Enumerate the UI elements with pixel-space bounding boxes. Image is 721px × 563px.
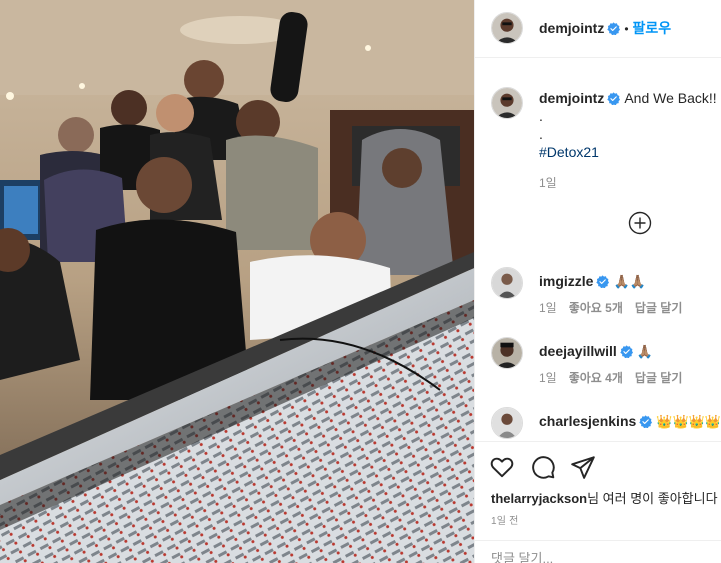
author-username[interactable]: demjointz — [539, 20, 604, 36]
caption-line: . — [539, 126, 543, 142]
verified-badge-icon — [620, 345, 633, 358]
commenter-username[interactable]: charlesjenkins — [539, 413, 636, 429]
commenter-username[interactable]: imgizzle — [539, 273, 593, 289]
post-header: demjointz • 팔로우 — [475, 0, 721, 58]
comment-input[interactable] — [491, 551, 711, 563]
author-avatar[interactable] — [491, 12, 523, 44]
caption-username[interactable]: demjointz — [539, 90, 604, 106]
comment-timestamp[interactable]: 1일 — [539, 301, 557, 315]
studio-group-photo — [0, 0, 474, 563]
verified-badge-icon — [596, 275, 610, 288]
comment-item: imgizzle 🙏🏽🙏🏽 1일 좋아요 5개 답글 달기 — [475, 267, 721, 327]
commenter-avatar[interactable] — [491, 337, 523, 369]
reply-button[interactable]: 답글 달기 — [635, 371, 683, 385]
commenter-username[interactable]: deejayillwill — [539, 343, 617, 359]
verified-badge-icon — [607, 22, 621, 35]
hashtag-link[interactable]: #Detox21 — [539, 143, 599, 161]
post-side-panel: demjointz • 팔로우 demjointz And We Back!! . .… — [474, 0, 721, 563]
liked-by-rest[interactable]: 님 여러 명이 좋아합니다 — [587, 491, 717, 506]
reply-button[interactable]: 답글 달기 — [635, 301, 683, 315]
verified-badge-icon — [607, 92, 621, 105]
comment-text: 👑👑👑👑 — [656, 415, 721, 430]
header-separator: • — [624, 22, 629, 36]
comment-item: deejayillwill 🙏🏽 1일 좋아요 4개 답글 달기 — [475, 337, 721, 397]
follow-button[interactable]: 팔로우 — [633, 20, 672, 36]
post-photo[interactable] — [0, 0, 474, 563]
caption-extra: . . #Detox21 — [539, 107, 599, 161]
commenter-avatar[interactable] — [491, 407, 523, 439]
plus-circle-icon[interactable] — [628, 211, 652, 235]
add-comment-bar — [475, 540, 721, 563]
heart-icon[interactable] — [489, 454, 515, 480]
post-actions: thelarryjackson님 여러 명이 좋아합니다 1일 전 — [475, 441, 721, 527]
verified-badge-icon — [639, 415, 653, 428]
comment-bubble-icon[interactable] — [530, 454, 556, 480]
commenter-avatar[interactable] — [491, 267, 523, 299]
comment-item: charlesjenkins 👑👑👑👑 — [475, 407, 721, 441]
comment-text: 🙏🏽 — [636, 345, 654, 360]
paper-plane-icon[interactable] — [570, 454, 596, 480]
caption-avatar[interactable] — [491, 87, 523, 119]
caption: demjointz And We Back!! — [539, 89, 717, 107]
caption-line: . — [539, 108, 543, 124]
comment-timestamp[interactable]: 1일 — [539, 371, 557, 385]
comment-likes[interactable]: 좋아요 5개 — [569, 301, 623, 315]
post-timestamp[interactable]: 1일 전 — [491, 512, 519, 527]
caption-timestamp[interactable]: 1일 — [539, 174, 557, 191]
liked-by: thelarryjackson님 여러 명이 좋아합니다 — [491, 488, 718, 507]
comment-likes[interactable]: 좋아요 4개 — [569, 371, 623, 385]
caption-text: And We Back!! — [624, 90, 717, 106]
liked-by-username[interactable]: thelarryjackson — [491, 491, 587, 506]
comments-list[interactable]: demjointz And We Back!! . . #Detox21 1일 i… — [475, 59, 721, 441]
comment-text: 🙏🏽🙏🏽 — [613, 275, 646, 290]
